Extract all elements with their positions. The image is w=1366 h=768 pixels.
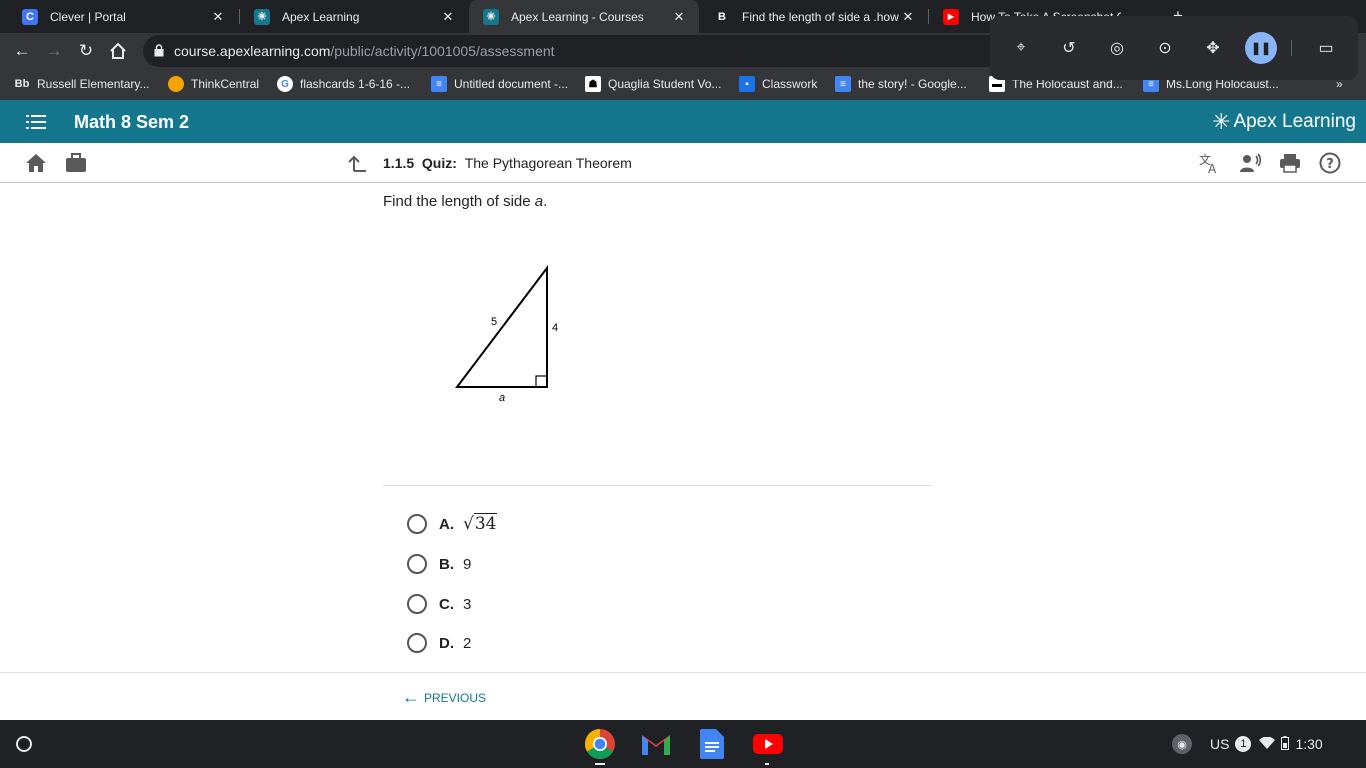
choice-d[interactable]: D. 2: [407, 632, 471, 654]
choice-c[interactable]: C. 3: [407, 593, 471, 615]
leg-label: 4: [552, 322, 558, 334]
tab-find-length[interactable]: B Find the length of side a .how ✕: [700, 0, 928, 33]
help-icon[interactable]: ?: [1319, 152, 1341, 174]
svg-text:?: ?: [1326, 157, 1334, 172]
thinkcentral-icon: [168, 76, 184, 92]
text-to-speech-icon[interactable]: [1239, 152, 1261, 174]
google-icon: G: [277, 76, 293, 92]
capture-window-icon[interactable]: ◎: [1103, 34, 1131, 62]
bookmark-quaglia[interactable]: ☗ Quaglia Student Vo...: [585, 75, 721, 93]
apex-logo: ✳ Apex Learning: [1212, 109, 1356, 134]
choice-a[interactable]: A. √34: [407, 513, 498, 535]
apex-header: Math 8 Sem 2 ✳ Apex Learning: [0, 100, 1366, 143]
close-icon[interactable]: ✕: [440, 9, 456, 25]
capture-partial-icon[interactable]: ↺: [1055, 34, 1083, 62]
previous-button[interactable]: ← PREVIOUS: [402, 687, 486, 708]
chrome-icon[interactable]: [584, 728, 616, 760]
home-icon[interactable]: [106, 39, 130, 63]
activity-footer: ← PREVIOUS: [0, 672, 1366, 720]
tab-apex-learning[interactable]: ✳ Apex Learning ✕: [240, 0, 468, 33]
tab-title: Clever | Portal: [50, 9, 126, 24]
clever-icon: C: [22, 8, 38, 25]
capture-fullscreen-icon[interactable]: ⌖: [1007, 34, 1035, 62]
close-capture-icon[interactable]: ▭: [1312, 34, 1340, 62]
bookmark-the-story[interactable]: ≡ the story! - Google...: [835, 75, 967, 93]
docs-icon: ≡: [431, 76, 447, 92]
google-docs-icon[interactable]: [696, 728, 728, 760]
screen-capture-status-icon: ◉: [1172, 734, 1192, 754]
radio-button[interactable]: [407, 633, 427, 653]
youtube-icon[interactable]: [752, 728, 784, 760]
triangle-diagram: 5 4 a: [454, 265, 558, 404]
lock-icon: [154, 44, 164, 62]
menu-icon[interactable]: [26, 114, 46, 135]
tab-title: Apex Learning: [282, 9, 360, 24]
unknown-side-label: a: [499, 392, 505, 404]
tab-title: Find the length of side a .how: [742, 9, 899, 24]
tab-apex-courses[interactable]: ✳ Apex Learning - Courses ✕: [469, 0, 699, 33]
keyboard-locale: US: [1210, 736, 1230, 752]
apex-icon: ✳: [483, 8, 499, 25]
svg-text:A: A: [1208, 162, 1217, 174]
battery-icon: [1281, 735, 1290, 753]
bookmark-untitled-doc[interactable]: ≡ Untitled document -...: [431, 75, 568, 93]
translate-icon[interactable]: 文A: [1199, 152, 1221, 174]
os-shelf: ◉ US 1 1:30: [0, 720, 1366, 768]
print-icon[interactable]: [1279, 152, 1301, 174]
notification-badge: 1: [1235, 736, 1252, 752]
youtube-icon: ▶: [943, 8, 959, 25]
status-area[interactable]: ◉ US 1 1:30: [1172, 732, 1323, 756]
pause-icon[interactable]: ❚❚: [1245, 32, 1277, 64]
divider: [383, 485, 933, 486]
course-title: Math 8 Sem 2: [74, 112, 190, 132]
bookmark-classwork[interactable]: ▪ Classwork: [739, 75, 817, 93]
back-to-activity-icon[interactable]: [347, 152, 369, 174]
forward-arrow-icon[interactable]: →: [42, 39, 66, 63]
bookmark-russell[interactable]: Bb Russell Elementary...: [14, 75, 150, 93]
briefcase-icon[interactable]: [65, 152, 87, 174]
classroom-icon: ▪: [739, 76, 755, 92]
bookmark-flashcards[interactable]: Gflashcards 1-6-16 -...: [277, 75, 410, 93]
hypotenuse-label: 5: [491, 316, 497, 328]
capture-record-icon[interactable]: ⊙: [1151, 34, 1179, 62]
sqrt-expression: √34: [463, 513, 498, 534]
radio-button[interactable]: [407, 514, 427, 534]
gmail-icon[interactable]: [640, 728, 672, 760]
close-icon[interactable]: ✕: [900, 9, 916, 25]
clock: 1:30: [1295, 736, 1323, 752]
apex-logo-icon: ✳: [1212, 109, 1231, 134]
docs-icon: ≡: [835, 76, 851, 92]
url-text: course.apexlearning.com/public/activity/…: [174, 43, 555, 59]
tab-title: Apex Learning - Courses: [511, 9, 644, 24]
close-icon[interactable]: ✕: [210, 9, 226, 25]
arrow-left-icon: ←: [402, 687, 420, 707]
reload-icon[interactable]: ↻: [74, 39, 98, 63]
question-prompt: Find the length of side a.: [383, 193, 548, 210]
blackboard-icon: Bb: [14, 78, 30, 90]
home-icon[interactable]: [25, 152, 47, 174]
radio-button[interactable]: [407, 554, 427, 574]
choice-b[interactable]: B. 9: [407, 553, 471, 575]
bookmark-thinkcentral[interactable]: ThinkCentral: [168, 75, 259, 93]
wifi-icon: [1259, 736, 1276, 752]
close-icon[interactable]: ✕: [671, 9, 687, 25]
move-icon[interactable]: ✥: [1199, 34, 1227, 62]
launcher-icon[interactable]: [8, 728, 40, 760]
quaglia-icon: ☗: [585, 76, 601, 92]
brainly-icon: B: [714, 8, 730, 25]
back-arrow-icon[interactable]: ←: [10, 39, 34, 63]
apex-icon: ✳: [254, 8, 270, 25]
activity-bar: 1.1.5 Quiz: The Pythagorean Theorem 文A ?: [0, 143, 1366, 183]
screen-capture-toolbar: ⌖ ↺ ◎ ⊙ ✥ ❚❚ ▭: [990, 16, 1358, 80]
activity-title: 1.1.5 Quiz: The Pythagorean Theorem: [383, 155, 632, 171]
radio-button[interactable]: [407, 594, 427, 614]
tab-clever[interactable]: C Clever | Portal ✕: [8, 0, 238, 33]
